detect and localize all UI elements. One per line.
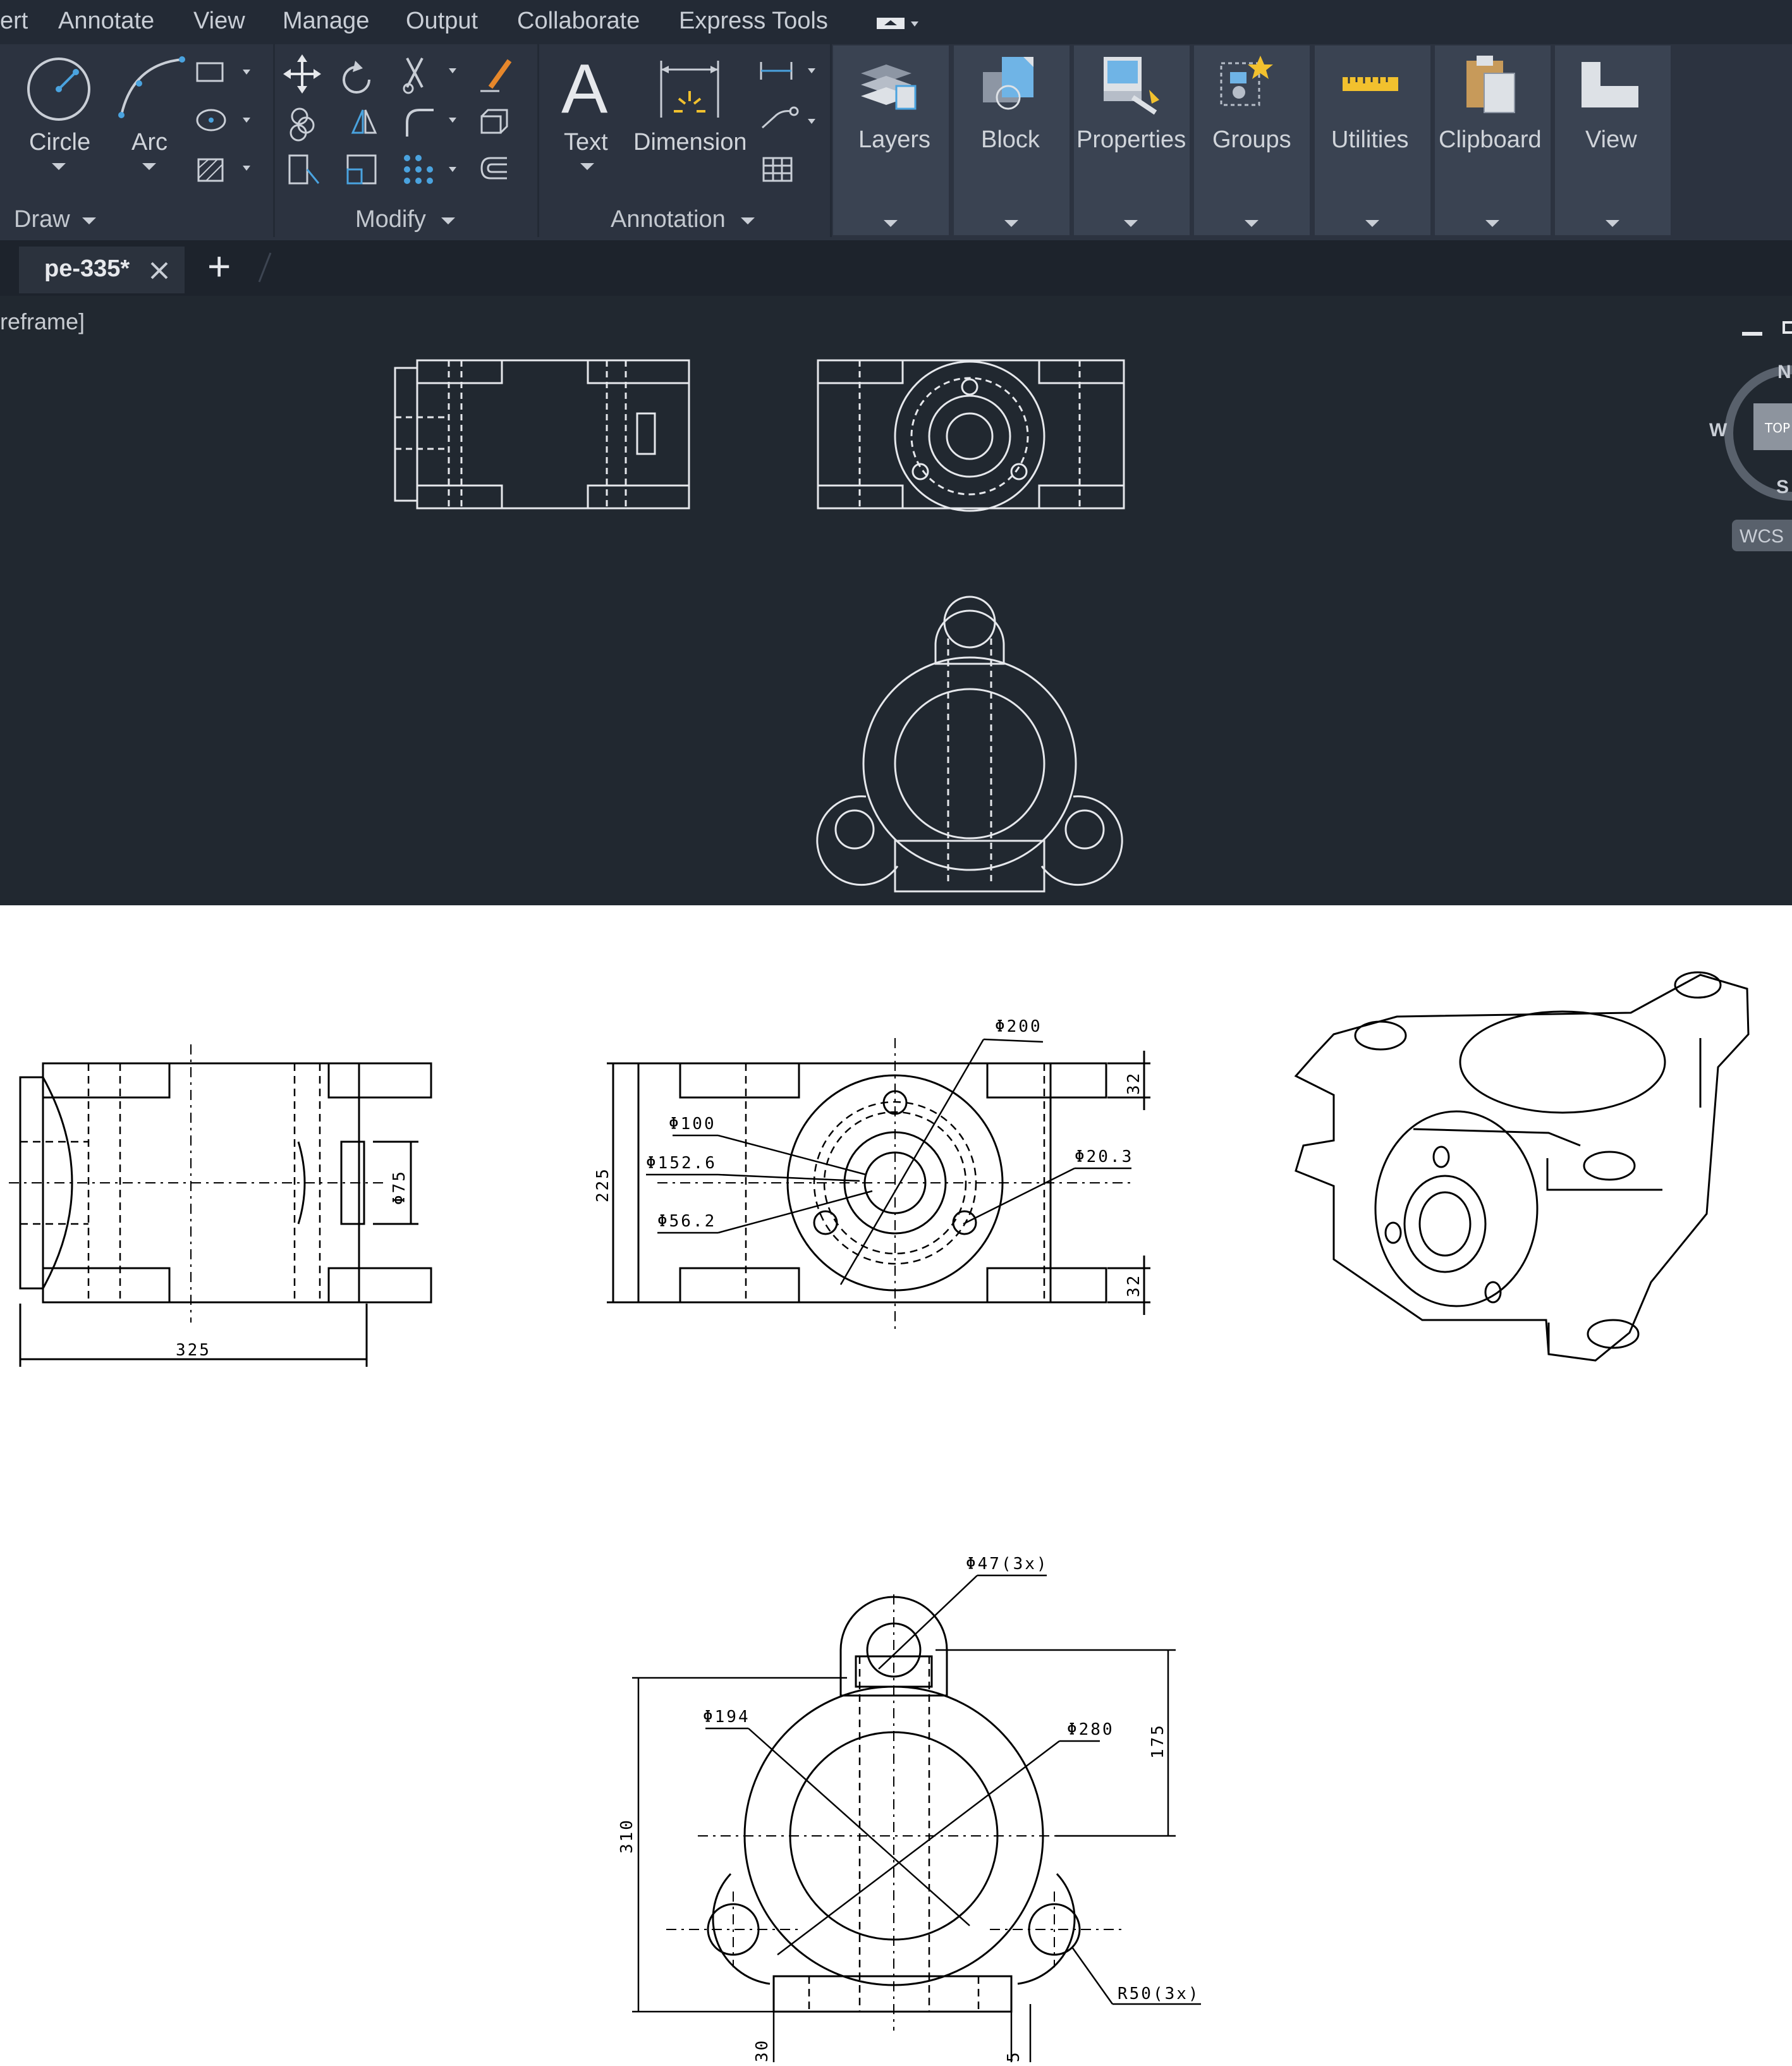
dim-diameter-56: Φ56.2 xyxy=(657,1212,716,1231)
utilities-label[interactable]: Utilities xyxy=(1331,126,1408,154)
utilities-icon xyxy=(1343,77,1398,91)
document-tab-label[interactable]: pe-335* xyxy=(44,255,130,283)
menu-view[interactable]: View xyxy=(193,8,245,35)
compass-west[interactable]: W xyxy=(1709,420,1728,441)
dim-diameter-200: Φ200 xyxy=(995,1017,1042,1036)
dim-hole-75: Φ75 xyxy=(390,1170,409,1205)
viewcube-face-top[interactable]: TOP xyxy=(1764,420,1790,436)
modify-panel-title[interactable]: Modify xyxy=(355,206,426,233)
ribbon-separator xyxy=(537,44,539,237)
dim-height-5: 5 xyxy=(1004,2050,1023,2062)
properties-icon xyxy=(1104,57,1159,115)
circle-label[interactable]: Circle xyxy=(29,129,90,156)
autocad-window: ert Annotate View Manage Output Collabor… xyxy=(0,0,1792,905)
draw-panel-title[interactable]: Draw xyxy=(14,206,70,233)
arc-dropdown-icon[interactable] xyxy=(142,163,156,170)
groups-label[interactable]: Groups xyxy=(1212,126,1291,154)
menu-annotate[interactable]: Annotate xyxy=(58,8,154,35)
dim-diameter-100: Φ100 xyxy=(669,1115,716,1134)
dim-height-30: 30 xyxy=(753,2039,772,2062)
arc-tool-icon[interactable] xyxy=(114,52,190,121)
visual-style-label[interactable]: reframe] xyxy=(0,309,85,335)
layers-dropdown-icon[interactable] xyxy=(884,220,898,227)
draw-small-tools[interactable] xyxy=(190,54,259,193)
menu-express-tools[interactable]: Express Tools xyxy=(679,8,828,35)
clipboard-icon xyxy=(1466,56,1515,113)
dim-diameter-280: Φ280 xyxy=(1067,1720,1114,1739)
new-tab-button[interactable]: + xyxy=(207,243,231,290)
text-label[interactable]: Text xyxy=(564,129,608,156)
circle-dropdown-icon[interactable] xyxy=(52,163,66,170)
arc-label[interactable]: Arc xyxy=(131,129,168,156)
draw-panel-dropdown-icon[interactable] xyxy=(82,217,96,224)
layers-icon xyxy=(861,64,917,110)
annotation-panel-title[interactable]: Annotation xyxy=(611,206,726,233)
block-label[interactable]: Block xyxy=(981,126,1040,154)
ribbon-separator xyxy=(273,44,275,237)
circle-tool-icon[interactable] xyxy=(24,54,94,124)
ribbon-separator xyxy=(830,44,832,237)
compass-south[interactable]: S xyxy=(1776,477,1789,498)
view-icon xyxy=(1582,62,1638,107)
dim-diameter-20: Φ20.3 xyxy=(1075,1147,1133,1166)
modify-panel-dropdown-icon[interactable] xyxy=(441,217,455,224)
block-icon xyxy=(983,57,1033,110)
dim-diameter-152: Φ152.6 xyxy=(646,1154,717,1173)
model-views xyxy=(394,359,1125,893)
clipboard-label[interactable]: Clipboard xyxy=(1439,126,1542,154)
drawing-sheet: 325 Φ75 Φ200 Φ100 Φ152.6 Φ56.2 Φ20.3 225… xyxy=(0,905,1792,2063)
annotation-small-tools[interactable] xyxy=(756,57,826,190)
view-dropdown-icon[interactable] xyxy=(1606,220,1619,227)
properties-label[interactable]: Properties xyxy=(1076,126,1186,154)
menu-bar: ert Annotate View Manage Output Collabor… xyxy=(0,0,1792,44)
dim-height-175: 175 xyxy=(1149,1723,1167,1759)
menu-manage[interactable]: Manage xyxy=(283,8,369,35)
menu-output[interactable]: Output xyxy=(406,8,478,35)
workspace-dropdown-icon[interactable] xyxy=(875,15,926,32)
dim-height-225: 225 xyxy=(594,1167,613,1202)
dimensioned-drawing: 325 Φ75 Φ200 Φ100 Φ152.6 Φ56.2 Φ20.3 225… xyxy=(9,971,1750,2062)
viewcube[interactable]: TOP N W S WCS xyxy=(1707,310,1792,556)
dim-height-310: 310 xyxy=(618,1818,637,1854)
svg-text:A: A xyxy=(561,54,608,124)
dimension-tool-icon[interactable] xyxy=(655,54,724,124)
modify-tools[interactable] xyxy=(282,54,535,193)
dim-width-325: 325 xyxy=(176,1341,211,1360)
view-label[interactable]: View xyxy=(1585,126,1637,154)
properties-dropdown-icon[interactable] xyxy=(1124,220,1138,227)
text-dropdown-icon[interactable] xyxy=(580,163,594,170)
menu-collaborate[interactable]: Collaborate xyxy=(517,8,640,35)
groups-icon xyxy=(1220,56,1273,106)
dim-diameter-47: Φ47(3x) xyxy=(966,1555,1049,1574)
annotation-panel-dropdown-icon[interactable] xyxy=(741,217,755,224)
dim-flange-bottom-32: 32 xyxy=(1125,1274,1143,1297)
dimension-label[interactable]: Dimension xyxy=(633,129,747,156)
utilities-dropdown-icon[interactable] xyxy=(1365,220,1379,227)
text-tool-icon[interactable]: A xyxy=(558,54,614,124)
dim-flange-top-32: 32 xyxy=(1125,1072,1143,1095)
layers-label[interactable]: Layers xyxy=(858,126,930,154)
compass-north[interactable]: N xyxy=(1777,362,1791,382)
clipboard-dropdown-icon[interactable] xyxy=(1485,220,1499,227)
document-tab[interactable]: pe-335* xyxy=(19,247,185,293)
block-dropdown-icon[interactable] xyxy=(1004,220,1018,227)
tab-separator xyxy=(258,252,272,283)
menu-insert[interactable]: ert xyxy=(0,8,28,35)
groups-dropdown-icon[interactable] xyxy=(1245,220,1259,227)
wcs-menu[interactable]: WCS xyxy=(1740,526,1784,547)
dim-radius-50: R50(3x) xyxy=(1118,1984,1200,2003)
close-icon[interactable] xyxy=(149,260,169,281)
dim-diameter-194: Φ194 xyxy=(703,1708,750,1727)
